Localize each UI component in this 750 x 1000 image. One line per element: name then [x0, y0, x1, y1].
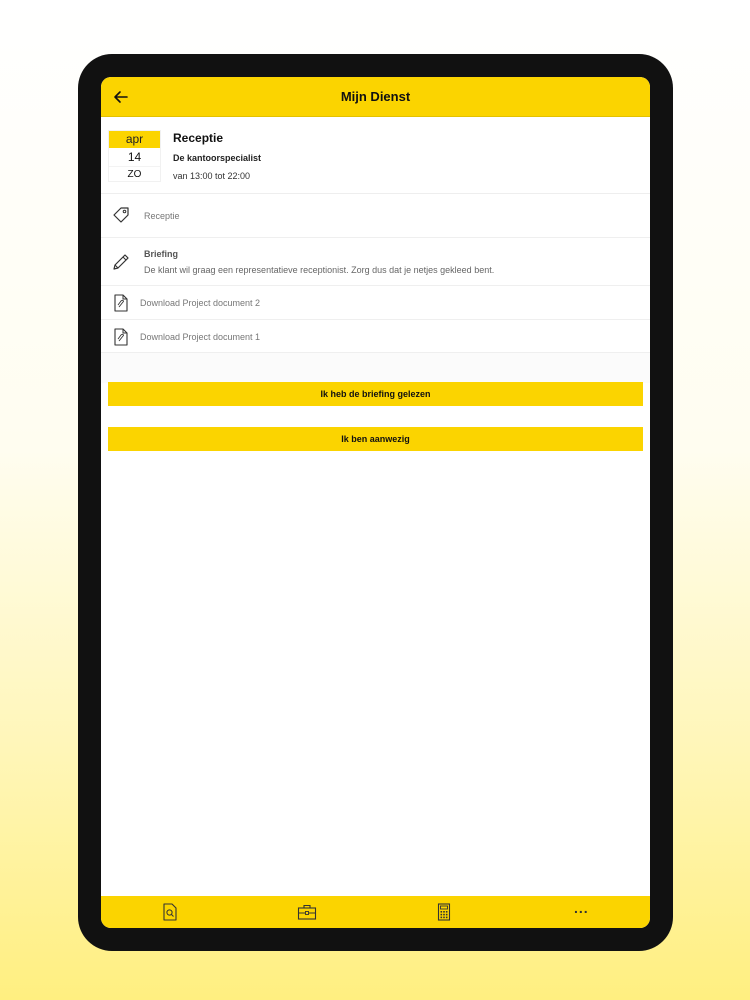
back-arrow-icon[interactable] — [113, 89, 129, 105]
document-attachment-icon — [114, 328, 128, 346]
date-weekday: ZO — [109, 166, 160, 182]
more-icon[interactable]: ... — [574, 900, 589, 916]
section-divider — [101, 353, 650, 383]
shift-time: van 13:00 tot 22:00 — [173, 171, 251, 181]
document-row[interactable]: Download Project document 2 — [101, 287, 650, 320]
briefing-label: Briefing — [144, 249, 179, 259]
document-link[interactable]: Download Project document 2 — [140, 298, 260, 308]
document-link[interactable]: Download Project document 1 — [140, 332, 260, 342]
briefing-row: Briefing De klant wil graag een represen… — [101, 239, 650, 286]
date-month: apr — [109, 131, 160, 148]
date-badge: apr 14 ZO — [108, 130, 161, 182]
pencil-icon — [113, 254, 129, 270]
document-attachment-icon — [114, 294, 128, 312]
document-row[interactable]: Download Project document 1 — [101, 321, 650, 353]
briefing-text: De klant wil graag een representatieve r… — [144, 265, 495, 275]
top-app-bar: Mijn Dienst — [101, 77, 650, 117]
page-title: Mijn Dienst — [340, 89, 411, 104]
date-day: 14 — [127, 150, 142, 164]
tag-icon — [113, 207, 129, 223]
read-briefing-button[interactable]: Ik heb de briefing gelezen — [108, 382, 643, 406]
shift-summary: apr 14 ZO Receptie De kantoorspecialist … — [101, 118, 650, 194]
search-icon[interactable] — [161, 903, 179, 921]
tablet-frame: Mijn Dienst apr 14 ZO Receptie De kantoo… — [78, 54, 673, 951]
present-button[interactable]: Ik ben aanwezig — [108, 427, 643, 451]
calculator-icon[interactable] — [435, 903, 453, 921]
category-label: Receptie — [144, 211, 180, 221]
shift-client: De kantoorspecialist — [173, 153, 262, 163]
app-screen: Mijn Dienst apr 14 ZO Receptie De kantoo… — [101, 77, 650, 928]
bottom-nav: ... — [101, 896, 650, 928]
category-row: Receptie — [101, 195, 650, 238]
shift-title: Receptie — [173, 131, 224, 145]
briefcase-icon[interactable] — [297, 903, 317, 921]
